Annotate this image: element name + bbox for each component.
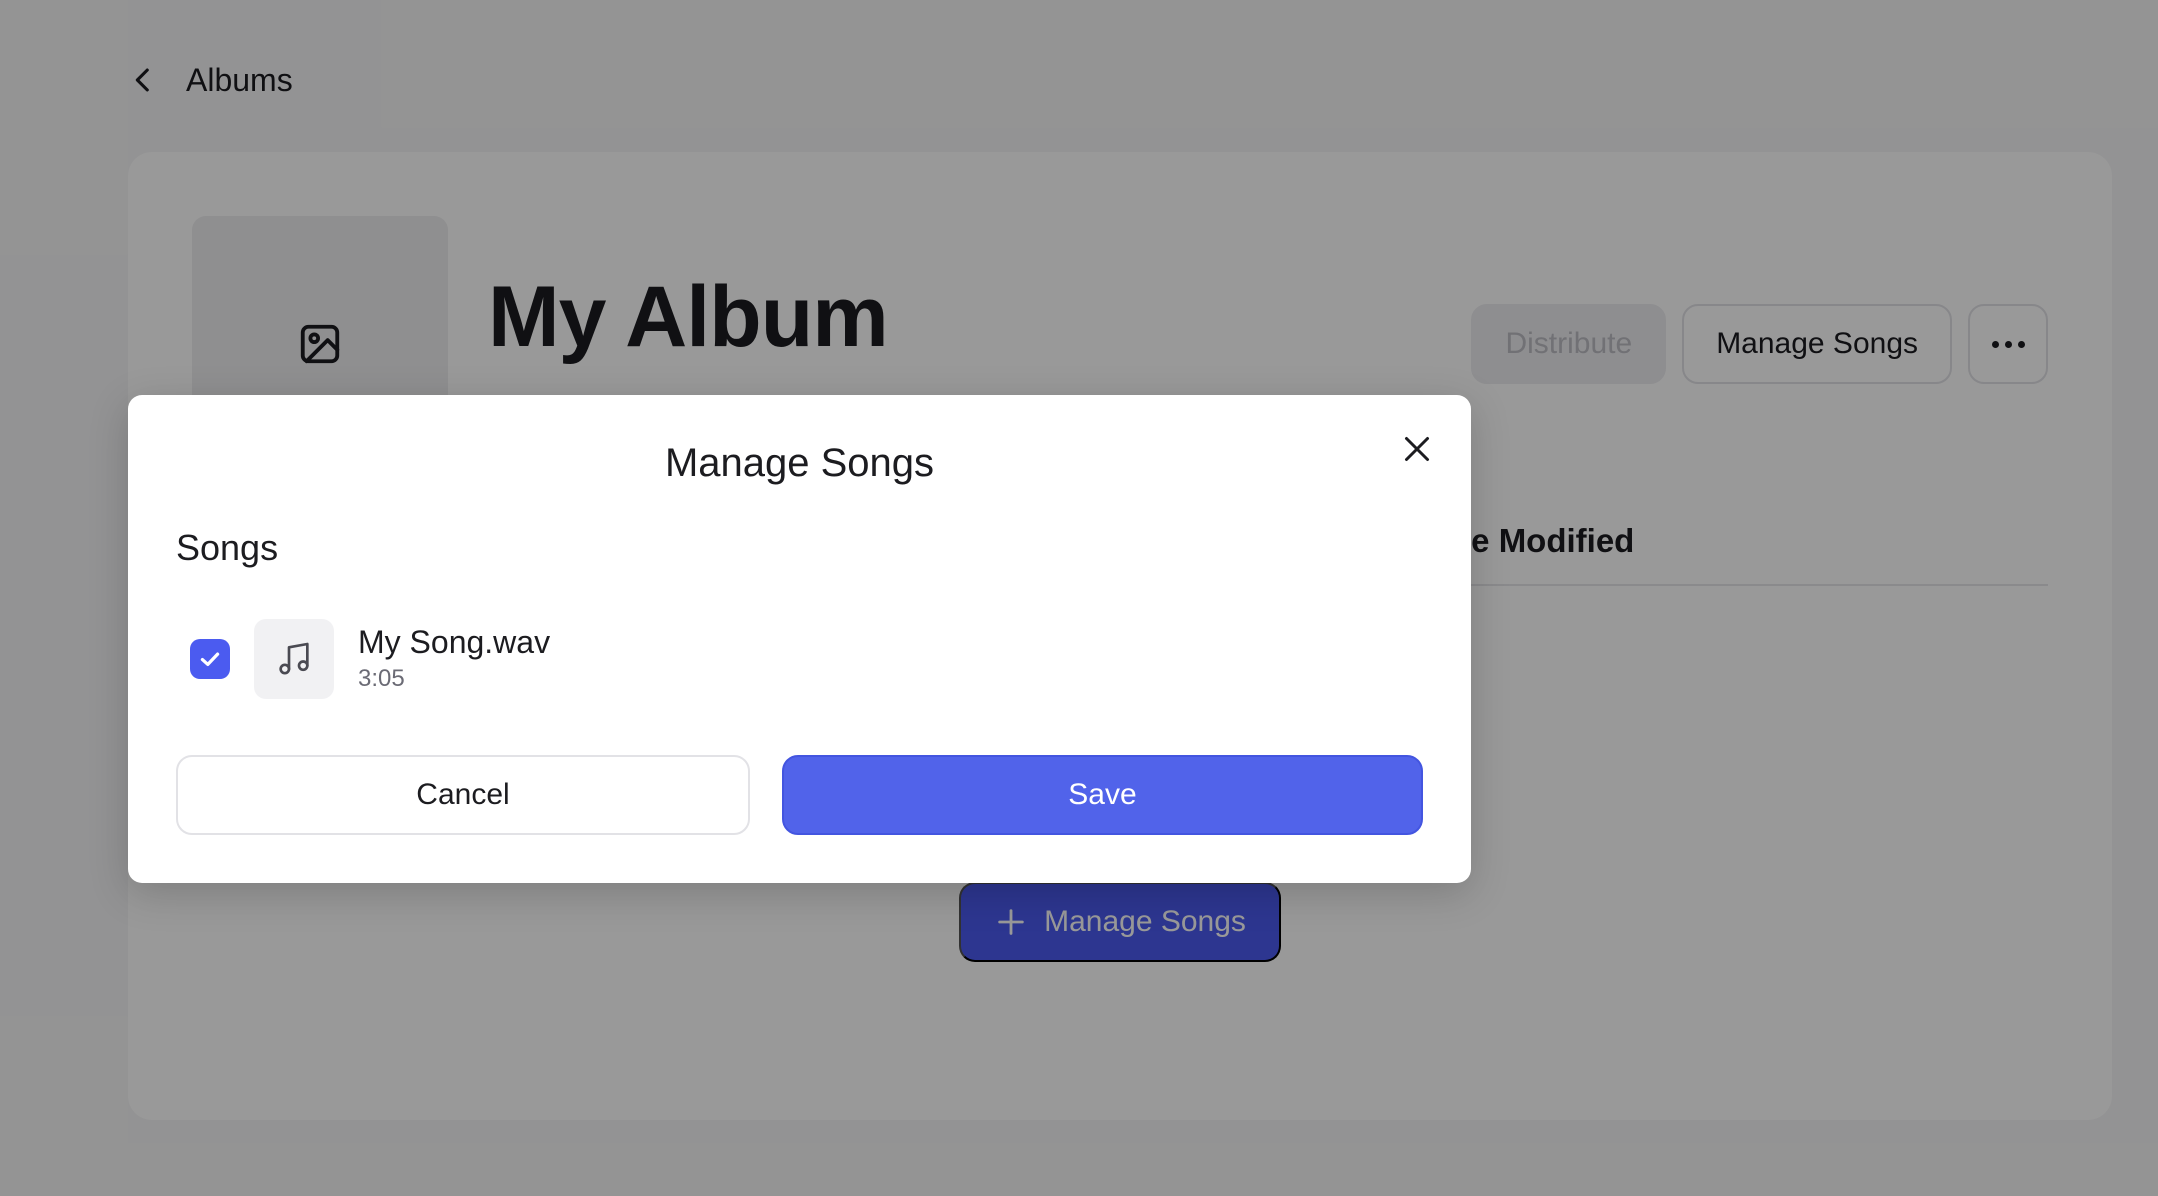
modal-close-button[interactable]: [1389, 421, 1445, 477]
modal-footer: Cancel Save: [176, 755, 1423, 835]
modal-title: Manage Songs: [664, 441, 935, 485]
album-detail-page: Albums My Album Distribute Manage Songs …: [0, 0, 2158, 1196]
song-duration: 3:05: [358, 665, 405, 692]
cancel-button[interactable]: Cancel: [176, 755, 750, 835]
song-thumbnail: [254, 619, 334, 699]
music-note-icon: [279, 642, 309, 675]
save-button[interactable]: Save: [782, 755, 1423, 835]
songs-section-label: Songs: [176, 527, 279, 568]
check-icon: [200, 652, 220, 667]
close-icon: [1405, 437, 1429, 461]
song-name: My Song.wav: [358, 624, 551, 660]
manage-songs-modal: Manage Songs Songs My Song.wav 3:05 Canc…: [128, 395, 1471, 883]
song-info: My Song.wav 3:05: [358, 622, 550, 696]
song-list-item[interactable]: My Song.wav 3:05: [190, 619, 1423, 699]
song-checkbox[interactable]: [190, 639, 230, 679]
